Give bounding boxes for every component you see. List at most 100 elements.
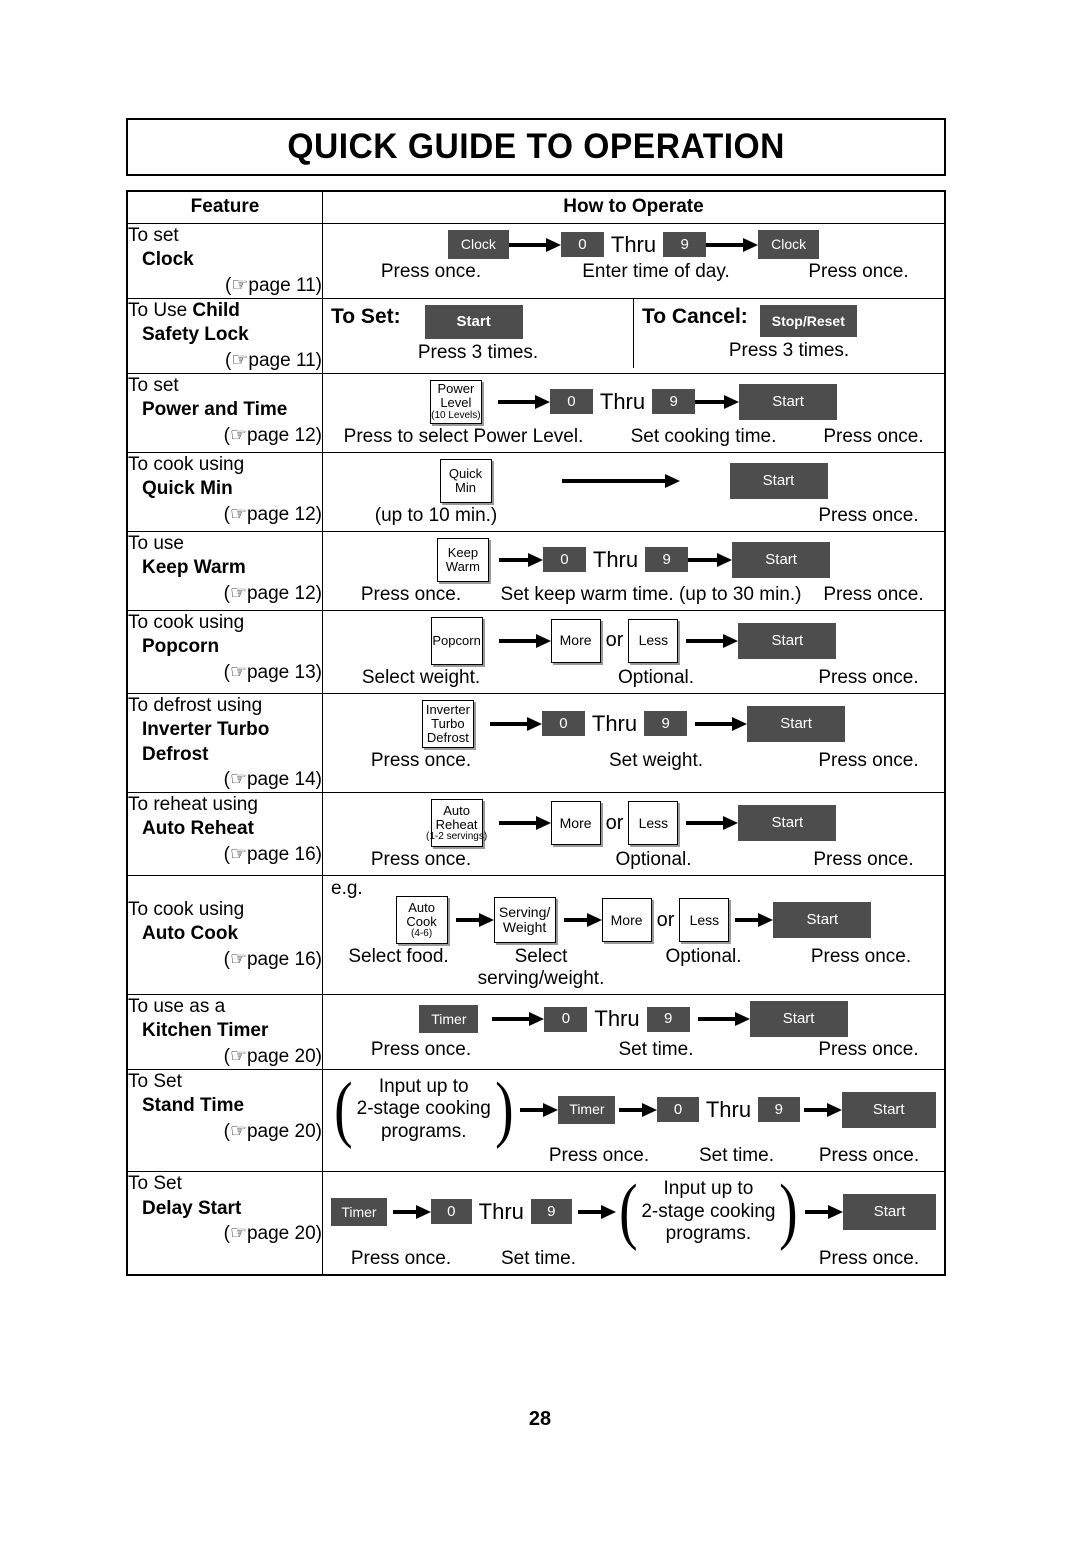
start-button[interactable]: Start xyxy=(738,805,837,842)
feature-child-safety-lock: To Use Child Safety Lock (☞page 11) xyxy=(126,297,323,374)
to-cancel-heading-row: To Cancel: Stop/Reset xyxy=(642,304,936,337)
feature-lead: To cook using xyxy=(128,899,245,921)
arrow-right-icon xyxy=(498,633,551,648)
clock-button[interactable]: Clock xyxy=(447,230,509,259)
child-lock-set-panel: To Set: Start Press 3 times. xyxy=(323,299,633,368)
start-button[interactable]: Start xyxy=(747,705,846,742)
thru-label: Thru xyxy=(599,388,646,414)
arrow-right-icon xyxy=(686,816,739,831)
feature-name: Safety Lock xyxy=(142,324,249,346)
feature-pageref: (☞page 16) xyxy=(223,948,322,970)
timer-button[interactable]: Timer xyxy=(419,1005,479,1034)
more-button[interactable]: More xyxy=(550,801,601,846)
auto-cook-label-1: Auto xyxy=(408,899,435,915)
feature-name: Keep Warm xyxy=(142,557,246,579)
caption: Press once. xyxy=(818,749,919,771)
less-button[interactable]: Less xyxy=(628,801,679,846)
start-button[interactable]: Start xyxy=(841,1091,936,1128)
keep-warm-label-2: Warm xyxy=(445,558,480,574)
to-set-heading-row: To Set: Start xyxy=(331,304,625,339)
or-label: or xyxy=(605,811,624,834)
digit-9-button[interactable]: 9 xyxy=(530,1199,572,1225)
digit-0-button[interactable]: 0 xyxy=(549,389,593,415)
digit-9-button[interactable]: 9 xyxy=(644,711,688,737)
itd-label-3: Defrost xyxy=(426,729,469,745)
start-button[interactable]: Start xyxy=(773,902,872,939)
table-row: To cook using Quick Min (☞page 12) Quick… xyxy=(126,451,946,532)
caption: Select food. xyxy=(348,946,449,968)
arrow-right-icon xyxy=(489,716,542,731)
timer-button[interactable]: Timer xyxy=(331,1197,387,1226)
digit-9-button[interactable]: 9 xyxy=(652,389,696,415)
feature-name: Inverter Turbo xyxy=(142,719,270,741)
digit-0-button[interactable]: 0 xyxy=(657,1097,699,1123)
quick-min-button[interactable]: Quick Min xyxy=(439,458,492,503)
step-sequence: Quick Min Start xyxy=(331,458,936,503)
start-button[interactable]: Start xyxy=(424,304,523,339)
caption: Press once. xyxy=(818,1247,920,1269)
table-header-row: Feature How to Operate xyxy=(126,190,946,224)
feature-lead: To reheat using xyxy=(128,794,258,816)
serving-weight-button[interactable]: Serving/ Weight xyxy=(493,897,556,944)
or-label: or xyxy=(656,908,675,931)
table-row: To Set Stand Time (☞page 20) ( Input up … xyxy=(126,1069,946,1173)
less-button[interactable]: Less xyxy=(679,898,730,943)
start-button[interactable]: Start xyxy=(843,1193,936,1230)
more-button[interactable]: More xyxy=(601,898,652,943)
arrow-right-icon xyxy=(805,1204,844,1219)
caption: Press to select Power Level. xyxy=(343,425,584,447)
caption: Press once. xyxy=(380,261,482,282)
start-button[interactable]: Start xyxy=(739,383,838,420)
caption: Set time. xyxy=(699,1145,774,1167)
digit-0-button[interactable]: 0 xyxy=(430,1199,472,1225)
digit-0-button[interactable]: 0 xyxy=(541,711,585,737)
stop-reset-button[interactable]: Stop/Reset xyxy=(759,304,857,337)
caption: Press 3 times. xyxy=(728,339,850,361)
auto-cook-button[interactable]: Auto Cook (4-6) xyxy=(395,896,448,945)
table-row: To reheat using Auto Reheat (☞page 16) A… xyxy=(126,792,946,877)
arrow-right-icon xyxy=(563,913,602,928)
auto-reheat-button[interactable]: Auto Reheat (1-2 servings) xyxy=(426,799,487,848)
arrow-right-icon xyxy=(735,913,774,928)
operate-kitchen-timer: Timer 0 Thru 9 Start Press once. Set tim… xyxy=(322,994,946,1071)
start-button[interactable]: Start xyxy=(738,622,837,659)
caption: Press once. xyxy=(370,749,472,771)
caption: Optional. xyxy=(617,666,695,688)
digit-9-button[interactable]: 9 xyxy=(645,547,689,573)
inverter-turbo-defrost-button[interactable]: Inverter Turbo Defrost xyxy=(421,699,474,748)
start-button[interactable]: Start xyxy=(732,541,831,578)
caption: Press once. xyxy=(818,666,919,688)
operate-popcorn: Popcorn More or Less Start Select weight… xyxy=(322,609,946,694)
popcorn-button[interactable]: Popcorn xyxy=(430,616,483,665)
timer-button[interactable]: Timer xyxy=(558,1095,616,1124)
more-button[interactable]: More xyxy=(550,618,601,663)
digit-0-button[interactable]: 0 xyxy=(542,547,586,573)
digit-0-button[interactable]: 0 xyxy=(560,232,604,257)
start-button[interactable]: Start xyxy=(749,1001,848,1038)
digit-9-button[interactable]: 9 xyxy=(646,1006,690,1032)
power-level-button[interactable]: Power Level (10 Levels) xyxy=(429,379,482,424)
keep-warm-button[interactable]: Keep Warm xyxy=(436,537,489,582)
arrow-right-icon xyxy=(695,716,748,731)
caption-row: (up to 10 min.) Press once. xyxy=(331,505,936,527)
digit-0-button[interactable]: 0 xyxy=(544,1006,588,1032)
arrow-right-icon xyxy=(803,1102,842,1117)
digit-9-button[interactable]: 9 xyxy=(758,1097,800,1123)
step-sequence: Auto Cook (4-6) Serving/ Weight More or … xyxy=(331,896,936,945)
less-button[interactable]: Less xyxy=(628,618,679,663)
keep-warm-label-1: Keep xyxy=(447,544,479,560)
operate-auto-reheat: Auto Reheat (1-2 servings) More or Less … xyxy=(322,792,946,877)
auto-reheat-label-1: Auto xyxy=(443,802,470,818)
arrow-right-icon xyxy=(619,1102,658,1117)
digit-9-button[interactable]: 9 xyxy=(663,232,707,257)
clock-button-2[interactable]: Clock xyxy=(758,230,820,259)
itd-label-1: Inverter xyxy=(425,701,470,717)
table-row: To set Power and Time (☞page 12) Power Le… xyxy=(126,372,946,453)
arrow-right-icon xyxy=(577,1204,616,1219)
feature-kitchen-timer: To use as a Kitchen Timer (☞page 20) xyxy=(126,994,323,1071)
to-cancel-heading: To Cancel: xyxy=(642,304,748,328)
child-lock-cancel-panel: To Cancel: Stop/Reset Press 3 times. xyxy=(633,298,944,368)
arrow-right-icon xyxy=(695,394,740,409)
caption: Press once. xyxy=(808,261,909,282)
start-button[interactable]: Start xyxy=(729,462,828,499)
